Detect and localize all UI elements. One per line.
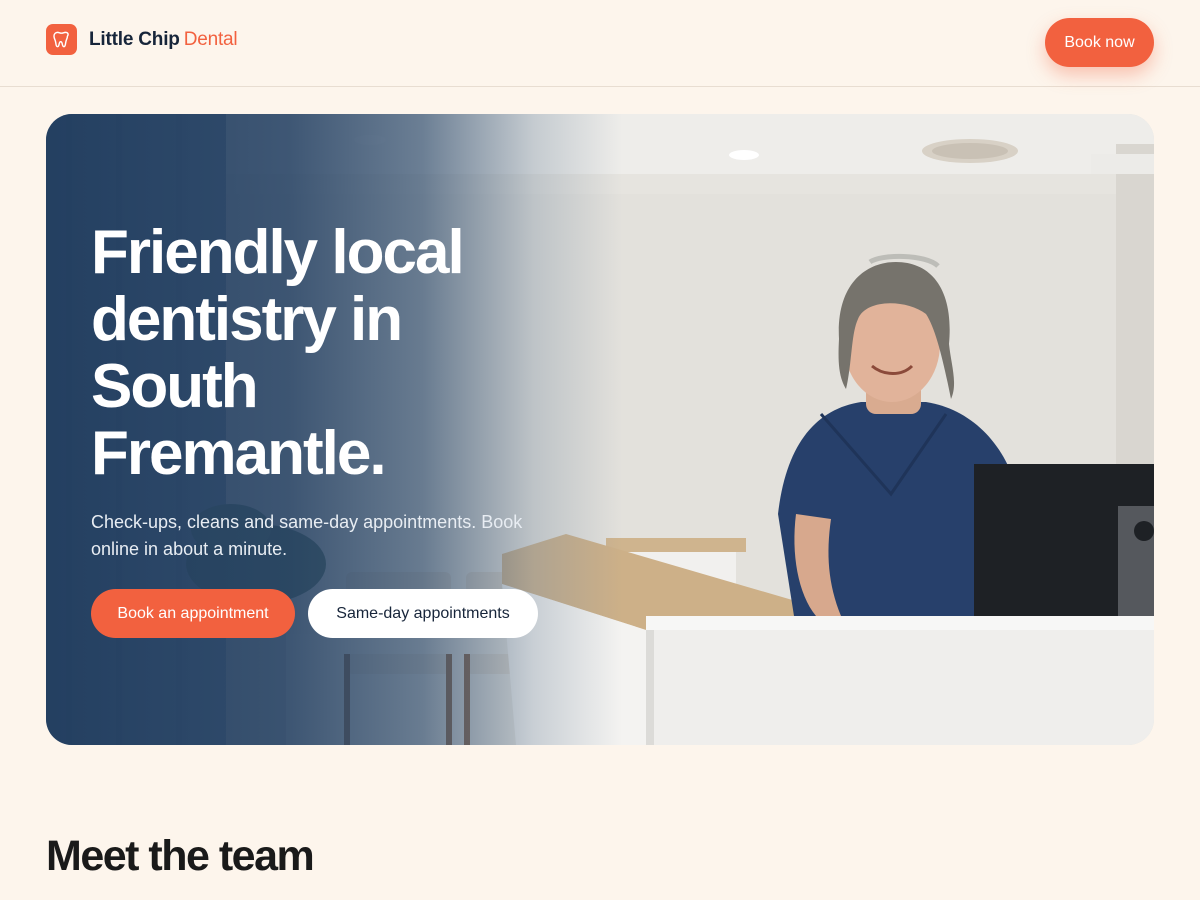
hero-banner: Friendly local dentistry in South Freman… bbox=[46, 114, 1154, 745]
tooth-icon bbox=[46, 24, 77, 55]
same-day-appointments-button[interactable]: Same-day appointments bbox=[308, 589, 538, 638]
hero-subtitle: Check-ups, cleans and same-day appointme… bbox=[91, 512, 523, 559]
site-header: Little Chip Dental Book now bbox=[0, 0, 1200, 87]
book-appointment-button[interactable]: Book an appointment bbox=[91, 589, 295, 638]
book-now-button[interactable]: Book now bbox=[1045, 18, 1154, 67]
logo-name: Little Chip bbox=[89, 28, 180, 50]
hero-title: Friendly local dentistry in South Freman… bbox=[91, 218, 465, 488]
logo-text: Little Chip Dental bbox=[89, 28, 238, 51]
logo-accent: Dental bbox=[183, 28, 238, 50]
logo-link[interactable]: Little Chip Dental bbox=[46, 24, 238, 55]
team-section-title: Meet the team bbox=[46, 832, 315, 880]
